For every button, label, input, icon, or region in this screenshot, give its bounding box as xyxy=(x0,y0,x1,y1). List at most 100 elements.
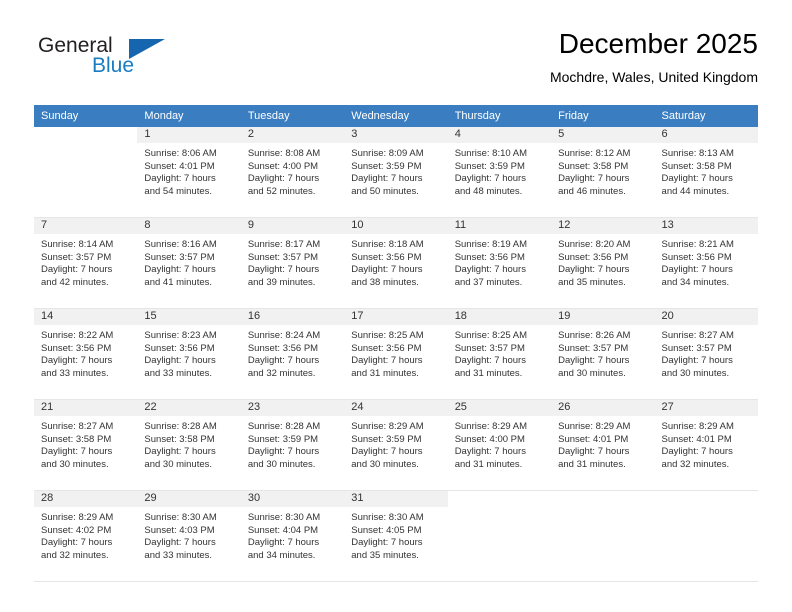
calendar-day-cell[interactable]: 16 Sunrise: 8:24 AM Sunset: 3:56 PM Dayligh… xyxy=(240,308,345,400)
weekday-header-saturday: Saturday xyxy=(654,105,758,127)
day-cell-details: Sunrise: 8:29 AM Sunset: 4:01 PM Daylight:… xyxy=(551,417,654,471)
daylight-duration-line2: and 35 minutes. xyxy=(558,276,626,288)
calendar-day-cell[interactable]: 8 Sunrise: 8:16 AM Sunset: 3:57 PM Daylight… xyxy=(137,217,241,309)
calendar-day-cell[interactable]: 11 Sunrise: 8:19 AM Sunset: 3:56 PM Dayligh… xyxy=(447,217,552,309)
daylight-duration-line2: and 50 minutes. xyxy=(351,185,419,197)
daylight-duration-line2: and 30 minutes. xyxy=(351,458,419,470)
calendar-week-row: 1 Sunrise: 8:06 AM Sunset: 4:01 PM Daylight… xyxy=(34,127,758,218)
daylight-duration-line2: and 44 minutes. xyxy=(661,185,730,197)
calendar-day-cell[interactable]: 14 Sunrise: 8:22 AM Sunset: 3:56 PM Dayligh… xyxy=(34,308,138,400)
sunrise-time: Sunrise: 8:30 AM xyxy=(247,512,321,523)
triangle-icon xyxy=(129,39,165,59)
sunset-time: Sunset: 3:57 PM xyxy=(41,251,112,263)
daylight-duration-line2: and 32 minutes. xyxy=(661,458,730,470)
calendar-day-cell[interactable]: 27 Sunrise: 8:29 AM Sunset: 4:01 PM Dayligh… xyxy=(654,399,758,491)
day-number: 14 xyxy=(34,309,138,326)
page-title: December 2025 xyxy=(558,28,758,59)
day-number: 20 xyxy=(654,309,758,326)
calendar-day-cell[interactable]: 2 Sunrise: 8:08 AM Sunset: 4:00 PM Daylight… xyxy=(240,127,345,218)
calendar-day-cell[interactable]: 3 Sunrise: 8:09 AM Sunset: 3:59 PM Daylight… xyxy=(344,127,448,218)
day-cell-inner: 6 Sunrise: 8:13 AM Sunset: 3:58 PM Daylight… xyxy=(654,127,758,217)
sunset-time: Sunset: 4:02 PM xyxy=(41,524,112,536)
day-number: 18 xyxy=(447,309,552,326)
daylight-duration-line1: Daylight: 7 hours xyxy=(558,355,630,367)
daylight-duration-line1: Daylight: 7 hours xyxy=(351,355,423,367)
calendar-day-cell[interactable]: 7 Sunrise: 8:14 AM Sunset: 3:57 PM Daylight… xyxy=(34,217,138,309)
day-cell-inner: 1 Sunrise: 8:06 AM Sunset: 4:01 PM Daylight… xyxy=(137,127,241,217)
daylight-duration-line1: Daylight: 7 hours xyxy=(247,446,320,458)
weekday-header-thursday: Thursday xyxy=(447,105,552,127)
weekday-header-monday: Monday xyxy=(137,105,241,127)
calendar-body: 1 Sunrise: 8:06 AM Sunset: 4:01 PM Daylight… xyxy=(34,127,758,582)
calendar-day-cell[interactable]: 4 Sunrise: 8:10 AM Sunset: 3:59 PM Daylight… xyxy=(447,127,552,218)
calendar-day-cell[interactable]: 10 Sunrise: 8:18 AM Sunset: 3:56 PM Dayligh… xyxy=(344,217,448,309)
general-blue-logo[interactable]: General Blue xyxy=(34,34,254,92)
calendar-day-cell[interactable]: 22 Sunrise: 8:28 AM Sunset: 3:58 PM Dayligh… xyxy=(137,399,241,491)
calendar-day-cell[interactable]: 15 Sunrise: 8:23 AM Sunset: 3:56 PM Dayligh… xyxy=(137,308,241,400)
calendar-table: Sunday Monday Tuesday Wednesday Thursday… xyxy=(34,105,758,582)
sunset-time: Sunset: 3:59 PM xyxy=(351,433,422,445)
day-cell-inner: 2 Sunrise: 8:08 AM Sunset: 4:00 PM Daylight… xyxy=(240,127,345,217)
calendar-day-cell[interactable]: 13 Sunrise: 8:21 AM Sunset: 3:56 PM Dayligh… xyxy=(654,217,758,309)
calendar-day-cell-empty xyxy=(654,490,758,582)
calendar-day-cell[interactable]: 25 Sunrise: 8:29 AM Sunset: 4:00 PM Dayligh… xyxy=(447,399,552,491)
day-cell-details: Sunrise: 8:08 AM Sunset: 4:00 PM Daylight:… xyxy=(241,144,344,198)
daylight-duration-line1: Daylight: 7 hours xyxy=(558,173,630,185)
calendar-day-cell[interactable]: 26 Sunrise: 8:29 AM Sunset: 4:01 PM Dayligh… xyxy=(551,399,655,491)
day-cell-details: Sunrise: 8:16 AM Sunset: 3:57 PM Daylight:… xyxy=(137,235,240,289)
sunrise-time: Sunrise: 8:25 AM xyxy=(351,330,424,341)
calendar-day-cell[interactable]: 31 Sunrise: 8:30 AM Sunset: 4:05 PM Dayligh… xyxy=(344,490,448,582)
sunset-time: Sunset: 4:00 PM xyxy=(247,160,319,172)
day-number: 13 xyxy=(654,218,758,235)
sunrise-time: Sunrise: 8:28 AM xyxy=(247,421,321,432)
calendar-day-cell[interactable]: 1 Sunrise: 8:06 AM Sunset: 4:01 PM Daylight… xyxy=(137,127,241,218)
daylight-duration-line2: and 33 minutes. xyxy=(41,367,109,379)
calendar-day-cell[interactable]: 19 Sunrise: 8:26 AM Sunset: 3:57 PM Dayligh… xyxy=(551,308,655,400)
calendar-day-cell[interactable]: 21 Sunrise: 8:27 AM Sunset: 3:58 PM Dayligh… xyxy=(34,399,138,491)
day-cell-inner: 31 Sunrise: 8:30 AM Sunset: 4:05 PM Dayligh… xyxy=(344,491,448,581)
sunrise-time: Sunrise: 8:29 AM xyxy=(454,421,528,432)
calendar-day-cell[interactable]: 5 Sunrise: 8:12 AM Sunset: 3:58 PM Daylight… xyxy=(551,127,655,218)
calendar-day-cell[interactable]: 18 Sunrise: 8:25 AM Sunset: 3:57 PM Dayligh… xyxy=(447,308,552,400)
daylight-duration-line2: and 33 minutes. xyxy=(144,367,213,379)
daylight-duration-line1: Daylight: 7 hours xyxy=(558,446,630,458)
daylight-duration-line1: Daylight: 7 hours xyxy=(144,446,216,458)
calendar-day-cell[interactable]: 6 Sunrise: 8:13 AM Sunset: 3:58 PM Daylight… xyxy=(654,127,758,218)
sunset-time: Sunset: 4:01 PM xyxy=(558,433,629,445)
day-cell-inner: 11 Sunrise: 8:19 AM Sunset: 3:56 PM Dayligh… xyxy=(447,218,552,308)
weekday-header-sunday: Sunday xyxy=(34,105,138,127)
calendar-day-cell[interactable]: 23 Sunrise: 8:28 AM Sunset: 3:59 PM Dayligh… xyxy=(240,399,345,491)
calendar-day-cell-empty xyxy=(34,127,138,218)
sunrise-time: Sunrise: 8:10 AM xyxy=(454,148,528,159)
calendar-day-cell[interactable]: 30 Sunrise: 8:30 AM Sunset: 4:04 PM Dayligh… xyxy=(240,490,345,582)
calendar-day-cell[interactable]: 24 Sunrise: 8:29 AM Sunset: 3:59 PM Dayligh… xyxy=(344,399,448,491)
sunset-time: Sunset: 3:58 PM xyxy=(661,160,732,172)
day-cell-details: Sunrise: 8:13 AM Sunset: 3:58 PM Daylight:… xyxy=(655,144,758,198)
calendar-day-cell[interactable]: 29 Sunrise: 8:30 AM Sunset: 4:03 PM Dayligh… xyxy=(137,490,241,582)
day-cell-details: Sunrise: 8:28 AM Sunset: 3:59 PM Daylight:… xyxy=(241,417,344,471)
day-cell-details xyxy=(448,508,551,512)
day-cell-details: Sunrise: 8:06 AM Sunset: 4:01 PM Daylight:… xyxy=(137,144,240,198)
daylight-duration-line1: Daylight: 7 hours xyxy=(144,264,216,276)
calendar-day-cell[interactable]: 28 Sunrise: 8:29 AM Sunset: 4:02 PM Dayligh… xyxy=(34,490,138,582)
day-cell-inner: 28 Sunrise: 8:29 AM Sunset: 4:02 PM Dayligh… xyxy=(34,491,138,581)
calendar-day-cell[interactable]: 17 Sunrise: 8:25 AM Sunset: 3:56 PM Dayligh… xyxy=(344,308,448,400)
day-cell-inner: 19 Sunrise: 8:26 AM Sunset: 3:57 PM Dayligh… xyxy=(551,309,655,399)
sunset-time: Sunset: 4:05 PM xyxy=(351,524,422,536)
calendar-day-cell[interactable]: 20 Sunrise: 8:27 AM Sunset: 3:57 PM Dayligh… xyxy=(654,308,758,400)
calendar-day-cell[interactable]: 12 Sunrise: 8:20 AM Sunset: 3:56 PM Dayligh… xyxy=(551,217,655,309)
day-cell-inner: 4 Sunrise: 8:10 AM Sunset: 3:59 PM Daylight… xyxy=(447,127,552,217)
sunset-time: Sunset: 3:56 PM xyxy=(351,251,422,263)
daylight-duration-line1: Daylight: 7 hours xyxy=(661,355,733,367)
sunset-time: Sunset: 3:58 PM xyxy=(41,433,112,445)
daylight-duration-line2: and 42 minutes. xyxy=(41,276,109,288)
daylight-duration-line2: and 31 minutes. xyxy=(454,458,523,470)
daylight-duration-line1: Daylight: 7 hours xyxy=(454,446,526,458)
day-cell-details: Sunrise: 8:30 AM Sunset: 4:03 PM Daylight:… xyxy=(137,508,240,562)
calendar-day-cell[interactable]: 9 Sunrise: 8:17 AM Sunset: 3:57 PM Daylight… xyxy=(240,217,345,309)
sunrise-time: Sunrise: 8:12 AM xyxy=(558,148,631,159)
day-number: 23 xyxy=(240,400,345,417)
daylight-duration-line2: and 33 minutes. xyxy=(144,549,213,561)
sunrise-time: Sunrise: 8:27 AM xyxy=(661,330,734,341)
daylight-duration-line1: Daylight: 7 hours xyxy=(247,355,320,367)
